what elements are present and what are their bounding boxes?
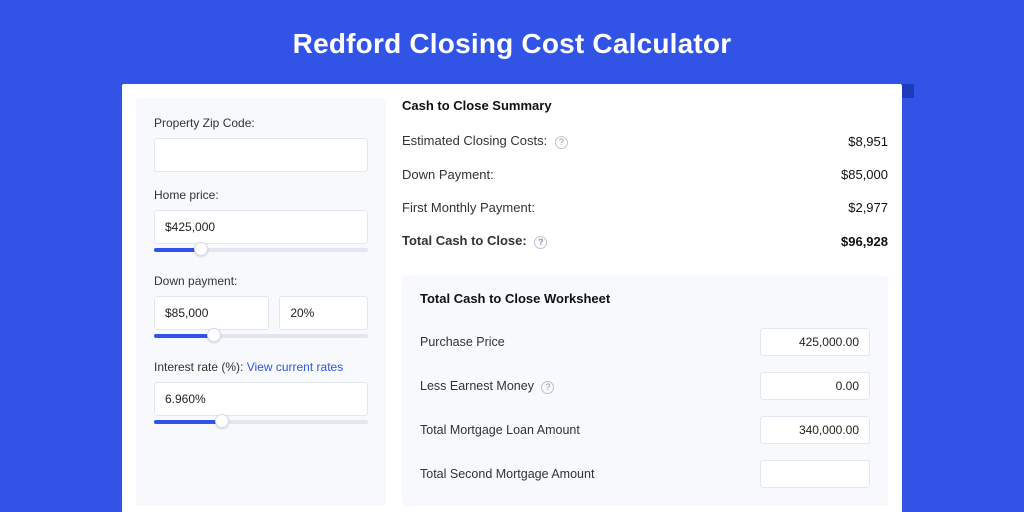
down-payment-slider[interactable] [154, 326, 368, 344]
sheet-wrap: Property Zip Code: Home price: Do [0, 84, 1024, 512]
down-payment-label: Down payment: [154, 274, 368, 288]
help-icon[interactable]: ? [534, 236, 547, 249]
field-down-payment: Down payment: [154, 274, 368, 344]
summary-heading: Cash to Close Summary [402, 98, 888, 113]
summary-total-label: Total Cash to Close: [402, 233, 527, 248]
worksheet-label: Less Earnest Money [420, 379, 534, 393]
summary-panel: Cash to Close Summary Estimated Closing … [402, 98, 888, 261]
slider-thumb[interactable] [207, 328, 221, 342]
worksheet-label: Total Mortgage Loan Amount [420, 423, 580, 437]
help-icon[interactable]: ? [555, 136, 568, 149]
loan-amount-input[interactable] [760, 416, 870, 444]
worksheet-row: Purchase Price [420, 320, 870, 364]
view-rates-link[interactable]: View current rates [247, 360, 344, 374]
home-price-label: Home price: [154, 188, 368, 202]
summary-label: Estimated Closing Costs: [402, 133, 547, 148]
zip-label: Property Zip Code: [154, 116, 368, 130]
summary-value: $85,000 [841, 167, 888, 182]
field-zip: Property Zip Code: [154, 116, 368, 172]
interest-rate-slider[interactable] [154, 412, 368, 430]
worksheet-row: Less Earnest Money ? [420, 364, 870, 408]
inputs-sidebar: Property Zip Code: Home price: Do [136, 98, 386, 506]
summary-label: First Monthly Payment: [402, 200, 535, 215]
summary-value: $8,951 [848, 134, 888, 149]
field-interest-rate: Interest rate (%): View current rates [154, 360, 368, 430]
down-payment-amount-input[interactable] [154, 296, 269, 330]
worksheet-panel: Total Cash to Close Worksheet Purchase P… [402, 275, 888, 506]
worksheet-label: Purchase Price [420, 335, 505, 349]
summary-row: Down Payment: $85,000 [402, 161, 888, 194]
worksheet-heading: Total Cash to Close Worksheet [420, 291, 870, 306]
interest-rate-label: Interest rate (%): View current rates [154, 360, 368, 374]
help-icon[interactable]: ? [541, 381, 554, 394]
summary-row: Estimated Closing Costs: ? $8,951 [402, 127, 888, 161]
purchase-price-input[interactable] [760, 328, 870, 356]
second-mortgage-input[interactable] [760, 460, 870, 488]
summary-row: First Monthly Payment: $2,977 [402, 194, 888, 227]
field-home-price: Home price: [154, 188, 368, 258]
summary-label: Down Payment: [402, 167, 494, 182]
home-price-input[interactable] [154, 210, 368, 244]
results-main: Cash to Close Summary Estimated Closing … [402, 98, 888, 506]
summary-value: $2,977 [848, 200, 888, 215]
calculator-card: Property Zip Code: Home price: Do [122, 84, 902, 512]
worksheet-row: Total Mortgage Loan Amount [420, 408, 870, 452]
slider-thumb[interactable] [215, 414, 229, 428]
summary-total-value: $96,928 [841, 234, 888, 249]
interest-rate-input[interactable] [154, 382, 368, 416]
card-body: Property Zip Code: Home price: Do [122, 84, 902, 512]
summary-total-row: Total Cash to Close: ? $96,928 [402, 227, 888, 261]
worksheet-row: Total Second Mortgage Amount [420, 452, 870, 496]
slider-thumb[interactable] [194, 242, 208, 256]
worksheet-label: Total Second Mortgage Amount [420, 467, 594, 481]
earnest-money-input[interactable] [760, 372, 870, 400]
down-payment-percent-input[interactable] [279, 296, 368, 330]
home-price-slider[interactable] [154, 240, 368, 258]
page-title: Redford Closing Cost Calculator [0, 0, 1024, 84]
zip-input[interactable] [154, 138, 368, 172]
